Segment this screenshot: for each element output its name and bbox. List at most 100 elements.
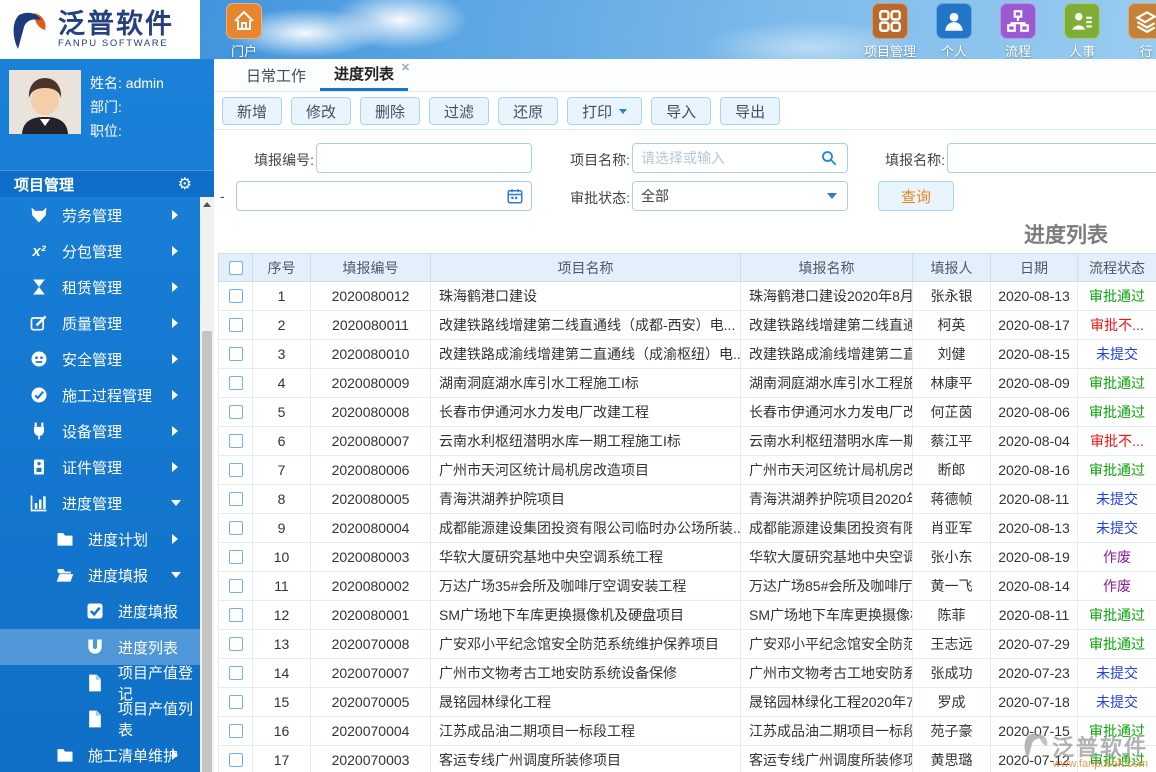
toolbar-button[interactable]: 删除: [360, 97, 421, 125]
sidebar-item[interactable]: 进度管理: [0, 485, 200, 521]
row-checkbox[interactable]: [228, 550, 243, 564]
row-checkbox[interactable]: [228, 347, 243, 361]
table-row[interactable]: 13 2020070008 广安邓小平纪念馆安全防范系统维护保养项目 广安邓小平纪念馆…: [218, 629, 1156, 659]
sidebar-item[interactable]: 安全管理: [0, 341, 200, 377]
cell-report-code[interactable]: 2020070008: [310, 629, 431, 659]
row-checkbox[interactable]: [228, 492, 243, 506]
sidebar-item[interactable]: x² 分包管理: [0, 233, 200, 269]
column-header[interactable]: 填报编号: [310, 253, 431, 282]
sidebar-item[interactable]: 进度填报: [0, 557, 200, 593]
cell-report-code[interactable]: 2020080003: [310, 542, 431, 572]
sidebar-item[interactable]: 项目产值列表: [0, 701, 200, 739]
project-name-input[interactable]: [632, 143, 848, 173]
table-row[interactable]: 2 2020080011 改建铁路线增建第二线直通线（成都-西安）电... 改建铁路线…: [218, 310, 1156, 340]
row-checkbox[interactable]: [228, 753, 243, 767]
table-row[interactable]: 9 2020080004 成都能源建设集团投资有限公司临时办公场所装... 成都能源建…: [218, 513, 1156, 543]
sidebar-item[interactable]: 施工过程管理: [0, 377, 200, 413]
cell-report-code[interactable]: 2020080004: [310, 513, 431, 543]
sidebar-item[interactable]: 项目产值登记: [0, 665, 200, 703]
nav-item-grid[interactable]: 项目管理: [858, 3, 922, 59]
table-row[interactable]: 172020070003客运专线广州调度所装修项目客运专线广州调度所装修项目..…: [218, 745, 1156, 772]
table-row[interactable]: 6 2020080007 云南水利枢纽潜明水库一期工程施工I标 云南水利枢纽潜明水库一…: [218, 426, 1156, 456]
sidebar-item[interactable]: 进度列表: [0, 629, 200, 665]
table-row[interactable]: 42020080009湖南洞庭湖水库引水工程施工I标湖南洞庭湖水库引水工程施工I…: [218, 368, 1156, 398]
sidebar-item[interactable]: 设备管理: [0, 413, 200, 449]
column-header[interactable]: 日期: [990, 253, 1078, 282]
cell-report-code[interactable]: 2020080011: [310, 310, 431, 340]
nav-item-flow[interactable]: 流程: [986, 3, 1050, 59]
column-header[interactable]: 序号: [252, 253, 311, 282]
table-row[interactable]: 12020080012珠海鹤港口建设珠海鹤港口建设2020年8月份...张永银2…: [218, 281, 1156, 311]
row-checkbox[interactable]: [228, 405, 243, 419]
nav-item-layers[interactable]: 行: [1114, 3, 1156, 59]
sidebar-item[interactable]: 证件管理: [0, 449, 200, 485]
table-row[interactable]: 14 2020070007 广州市文物考古工地安防系统设备保修 广州市文物考古工地安防…: [218, 658, 1156, 688]
gear-icon[interactable]: ⚙: [178, 174, 192, 194]
column-header[interactable]: 填报人: [912, 253, 991, 282]
tab[interactable]: 日常工作: [232, 59, 320, 91]
query-button[interactable]: 查询: [878, 181, 954, 211]
table-row[interactable]: 11 2020080002 万达广场35#会所及咖啡厅空调安装工程 万达广场85#会所…: [218, 571, 1156, 601]
column-header[interactable]: 项目名称: [430, 253, 741, 282]
nav-item-portal[interactable]: 门户: [218, 3, 270, 59]
toolbar-button[interactable]: 打印: [567, 97, 643, 125]
cell-report-code[interactable]: 2020070005: [310, 687, 431, 717]
row-checkbox[interactable]: [228, 608, 243, 622]
search-icon[interactable]: [820, 149, 838, 167]
row-checkbox[interactable]: [228, 463, 243, 477]
toolbar-button[interactable]: 新增: [222, 97, 283, 125]
row-checkbox[interactable]: [228, 637, 243, 651]
toolbar-button[interactable]: 导入: [651, 97, 712, 125]
cell-report-code[interactable]: 2020080006: [310, 455, 431, 485]
scrollbar-thumb[interactable]: [202, 331, 212, 772]
table-row[interactable]: 162020070004江苏成品油二期项目一标段工程江苏成品油二期项目一标段工.…: [218, 716, 1156, 746]
cell-report-code[interactable]: 2020080010: [310, 339, 431, 369]
row-checkbox[interactable]: [228, 289, 243, 303]
cell-report-code[interactable]: 2020080005: [310, 484, 431, 514]
cell-report-code[interactable]: 2020080002: [310, 571, 431, 601]
toolbar-button[interactable]: 导出: [720, 97, 781, 125]
sidebar-item[interactable]: 租赁管理: [0, 269, 200, 305]
date-input[interactable]: [236, 181, 532, 211]
calendar-icon[interactable]: [506, 187, 524, 205]
row-checkbox[interactable]: [228, 695, 243, 709]
approval-status-select[interactable]: 全部: [632, 181, 848, 211]
row-checkbox[interactable]: [228, 318, 243, 332]
cell-report-code[interactable]: 2020070007: [310, 658, 431, 688]
scroll-up-icon[interactable]: [200, 197, 214, 212]
column-header[interactable]: 流程状态: [1077, 253, 1156, 282]
table-row[interactable]: 52020080008长春市伊通河水力发电厂改建工程长春市伊通河水力发电厂改建.…: [218, 397, 1156, 427]
sidebar-scrollbar[interactable]: [200, 197, 214, 772]
cell-report-code[interactable]: 2020080009: [310, 368, 431, 398]
cell-report-code[interactable]: 2020080007: [310, 426, 431, 456]
cell-report-code[interactable]: 2020080001: [310, 600, 431, 630]
row-checkbox[interactable]: [228, 434, 243, 448]
report-no-input[interactable]: [316, 143, 532, 173]
column-header[interactable]: 填报名称: [740, 253, 913, 282]
select-all-checkbox[interactable]: [228, 260, 243, 275]
sidebar-item[interactable]: 劳务管理: [0, 197, 200, 233]
table-row[interactable]: 72020080006广州市天河区统计局机房改造项目广州市天河区统计局机房改造.…: [218, 455, 1156, 485]
row-checkbox[interactable]: [228, 666, 243, 680]
row-checkbox[interactable]: [228, 521, 243, 535]
tab[interactable]: 进度列表 ✕: [320, 59, 410, 91]
toolbar-button[interactable]: 还原: [498, 97, 559, 125]
cell-report-code[interactable]: 2020080008: [310, 397, 431, 427]
cell-report-code[interactable]: 2020080012: [310, 281, 431, 311]
table-row[interactable]: 82020080005青海洪湖养护院项目青海洪湖养护院项目2020年8...蒋德…: [218, 484, 1156, 514]
sidebar-item[interactable]: 进度计划: [0, 521, 200, 557]
report-name-input[interactable]: [947, 143, 1156, 173]
sidebar-item[interactable]: 质量管理: [0, 305, 200, 341]
toolbar-button[interactable]: 修改: [291, 97, 352, 125]
close-icon[interactable]: ✕: [401, 61, 410, 74]
nav-item-people[interactable]: 人事: [1050, 3, 1114, 59]
table-row[interactable]: 10 2020080003 华软大厦研究基地中央空调系统工程 华软大厦研究基地中央空调…: [218, 542, 1156, 572]
row-checkbox[interactable]: [228, 579, 243, 593]
sidebar-item[interactable]: 施工清单维护: [0, 737, 200, 772]
toolbar-button[interactable]: 过滤: [429, 97, 490, 125]
nav-item-user[interactable]: 个人: [922, 3, 986, 59]
sidebar-item[interactable]: 进度填报: [0, 593, 200, 629]
row-checkbox[interactable]: [228, 724, 243, 738]
table-row[interactable]: 152020070005晟铭园林绿化工程晟铭园林绿化工程2020年7月...罗成…: [218, 687, 1156, 717]
cell-report-code[interactable]: 2020070004: [310, 716, 431, 746]
